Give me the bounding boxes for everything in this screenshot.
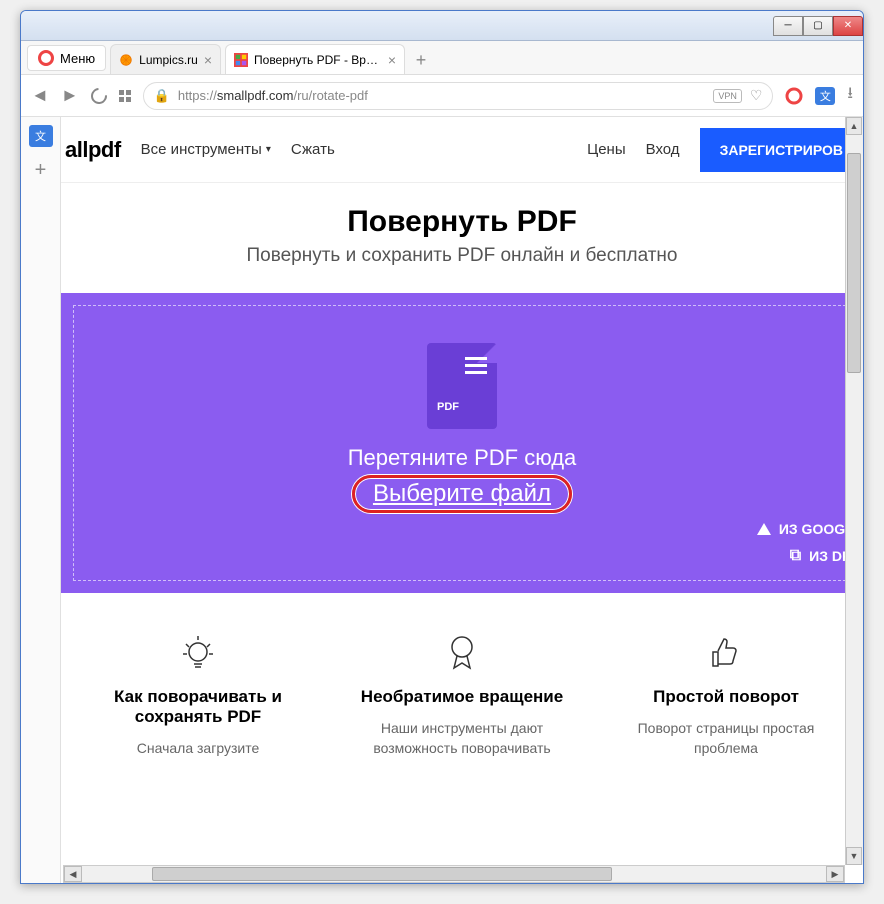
nav-pricing[interactable]: Цены [587,141,626,158]
scroll-right-button[interactable]: ▶ [826,866,844,882]
adblock-icon[interactable] [785,87,803,105]
tab-smallpdf[interactable]: Повернуть PDF - Вращат × [225,44,405,74]
hero-section: Повернуть PDF Повернуть и сохранить PDF … [61,183,863,293]
nav-all-tools[interactable]: Все инструменты ▾ [141,141,271,158]
feature-title: Простой поворот [609,687,843,707]
features-row: Как поворачивать и сохранять PDF Сначала… [61,593,863,759]
menu-label: Меню [60,51,95,66]
url-input[interactable]: 🔒 https://smallpdf.com/ru/rotate-pdf VPN… [143,82,774,110]
feature-title: Необратимое вращение [345,687,579,707]
speed-dial-button[interactable] [119,90,131,102]
dropzone-drag-text: Перетяните PDF сюда [81,445,843,471]
downloads-button[interactable]: ⭳ [847,82,853,109]
tab-close-icon[interactable]: × [388,52,396,68]
vertical-scrollbar[interactable]: ▲ ▼ [845,117,863,865]
feature-text: Наши инструменты дают возможность повора… [345,719,579,758]
smallpdf-favicon-icon [234,53,248,67]
bulb-icon [81,633,315,673]
nav-login[interactable]: Вход [646,141,680,158]
browser-body: 文 + allpdf Все инструменты ▾ Сжать Цены … [21,117,863,883]
close-button[interactable]: ✕ [833,16,863,36]
tab-close-icon[interactable]: × [204,52,212,68]
scroll-down-button[interactable]: ▼ [846,847,862,865]
window-controls: ─ ▢ ✕ [773,16,863,36]
tab-bar: Меню Lumpics.ru × Повернуть PDF - Вращат… [21,41,863,75]
reload-button[interactable] [87,84,110,107]
horizontal-scrollbar[interactable]: ◀ ▶ [63,865,845,883]
sidebar-translate-icon[interactable]: 文 [29,125,53,147]
signup-button[interactable]: ЗАРЕГИСТРИРОВ [700,128,863,172]
site-logo[interactable]: allpdf [65,137,121,163]
browser-window: ─ ▢ ✕ Меню Lumpics.ru × Повернуть PDF - … [20,10,864,884]
choose-file-button[interactable]: Выберите файл [352,475,572,513]
nav-forward-button[interactable]: ► [61,85,79,106]
tab-lumpics[interactable]: Lumpics.ru × [110,44,221,74]
lumpics-favicon-icon [119,53,133,67]
opera-menu-button[interactable]: Меню [27,45,106,71]
translate-icon[interactable]: 文 [815,87,835,105]
feature-howto: Как поворачивать и сохранять PDF Сначала… [81,633,315,759]
browser-sidebar: 文 + [21,117,61,883]
tab-title: Повернуть PDF - Вращат [254,53,382,67]
pdf-file-icon: PDF [427,343,497,429]
page-content: allpdf Все инструменты ▾ Сжать Цены Вход… [61,117,863,883]
sidebar-add-button[interactable]: + [35,159,47,182]
lock-icon: 🔒 [154,88,170,104]
page-subtitle: Повернуть и сохранить PDF онлайн и беспл… [81,245,843,267]
address-bar: ◄ ► 🔒 https://smallpdf.com/ru/rotate-pdf… [21,75,863,117]
feature-simple: Простой поворот Поворот страницы простая… [609,633,843,759]
nav-back-button[interactable]: ◄ [31,85,49,106]
feature-text: Сначала загрузите [81,739,315,759]
vpn-badge[interactable]: VPN [713,89,742,103]
opera-logo-icon [38,50,54,66]
vertical-scroll-thumb[interactable] [847,153,861,373]
new-tab-button[interactable]: + [409,48,433,72]
site-header: allpdf Все инструменты ▾ Сжать Цены Вход… [61,117,863,183]
nav-compress[interactable]: Сжать [291,141,335,158]
chevron-down-icon: ▾ [266,144,271,155]
page-title: Повернуть PDF [81,205,843,239]
horizontal-scroll-thumb[interactable] [152,867,612,881]
maximize-button[interactable]: ▢ [803,16,833,36]
feature-permanent: Необратимое вращение Наши инструменты да… [345,633,579,759]
dropbox-icon: ⧉ [790,547,801,565]
feature-text: Поворот страницы простая проблема [609,719,843,758]
window-titlebar: ─ ▢ ✕ [21,11,863,41]
feature-title: Как поворачивать и сохранять PDF [81,687,315,727]
badge-icon [345,633,579,673]
thumbs-up-icon [609,633,843,673]
scroll-up-button[interactable]: ▲ [846,117,862,135]
minimize-button[interactable]: ─ [773,16,803,36]
google-drive-icon [757,523,771,535]
file-dropzone[interactable]: PDF Перетяните PDF сюда Выберите файл ИЗ… [61,293,863,593]
url-text: https://smallpdf.com/ru/rotate-pdf [178,88,705,103]
scroll-left-button[interactable]: ◀ [64,866,82,882]
tab-title: Lumpics.ru [139,53,198,67]
bookmark-icon[interactable]: ♡ [750,87,763,104]
